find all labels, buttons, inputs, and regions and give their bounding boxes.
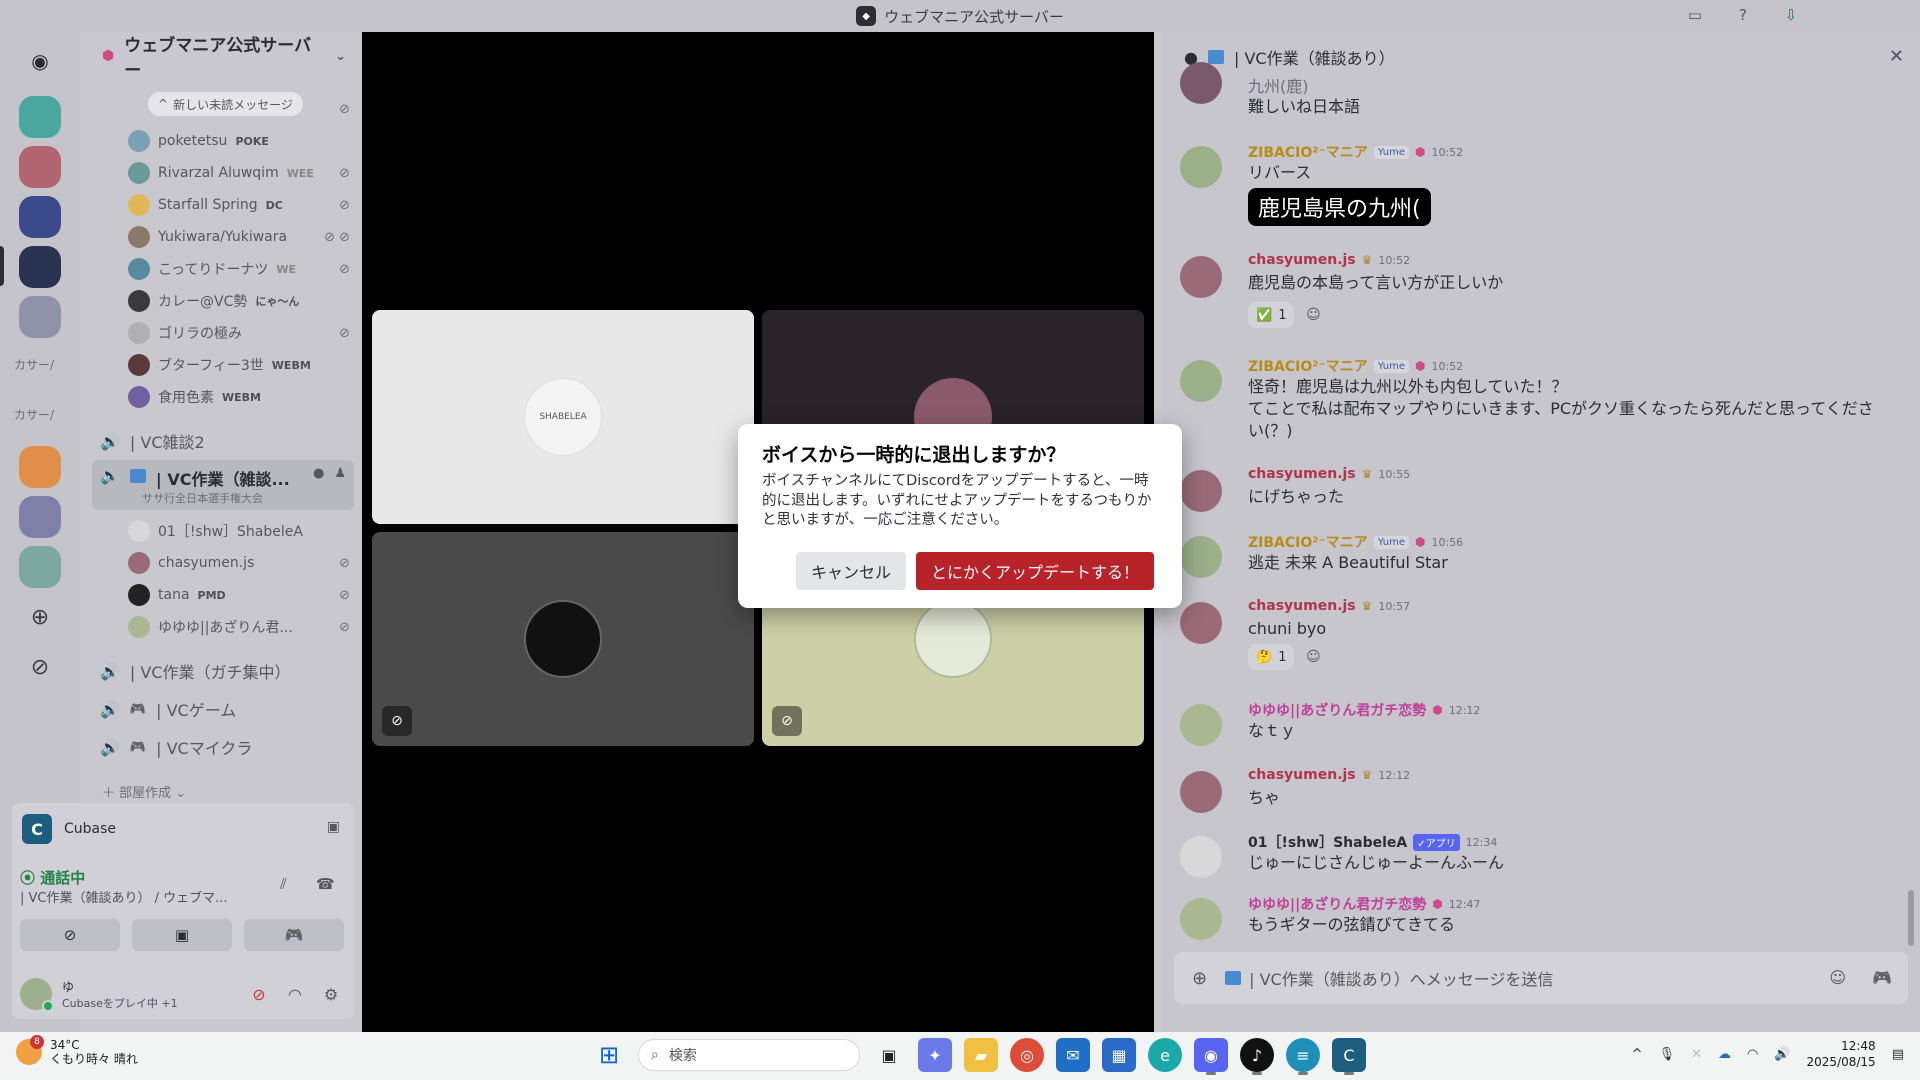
temperature: 34°C (50, 1038, 80, 1052)
discord-app: ◆ ウェブマニア公式サーバー ▭ ? ⇩ ◉ カサー/ カサー/ ⊕ ⊘ ⬢ ウ… (0, 0, 1920, 1080)
chevron-up-icon[interactable]: ^ (1632, 1047, 1643, 1062)
onedrive-icon[interactable]: ☁ (1718, 1047, 1731, 1062)
microphone-icon[interactable]: 🎙 (1659, 1047, 1676, 1062)
search-icon: ⌕ (651, 1047, 659, 1063)
taskbar-apps: ⊞ ⌕ 検索 ▣ ✦ ▰ ◎ ✉ ▦ e ◉ ♪ ≡ C (592, 1038, 1366, 1075)
search-placeholder: 検索 (668, 1048, 697, 1064)
weather-widget[interactable]: 8 34°C くもり時々 晴れ (16, 1035, 138, 1066)
leave-voice-dialog: ボイスから一時的に退出しますか？ ボイスチャンネルにてDiscordをアップデー… (738, 424, 1182, 608)
weather-condition: くもり時々 晴れ (50, 1052, 138, 1066)
mail-icon[interactable]: ✉ (1056, 1038, 1090, 1072)
music-app-icon[interactable]: ♪ (1240, 1038, 1274, 1075)
copilot-icon[interactable]: ✦ (918, 1038, 952, 1072)
system-tray: ^ 🎙 ✕ ☁ ◠ 🔊 12:48 2025/08/15 ▤ (1632, 1038, 1904, 1070)
task-view-icon[interactable]: ▣ (872, 1038, 906, 1072)
dialog-body: ボイスチャンネルにてDiscordをアップデートすると、一時的に退出します。いず… (762, 473, 1152, 528)
chrome-icon[interactable]: ◎ (1010, 1038, 1044, 1072)
app-icon[interactable]: ≡ (1286, 1038, 1320, 1075)
cancel-button[interactable]: キャンセル (796, 552, 906, 590)
dialog-title: ボイスから一時的に退出しますか？ (762, 444, 1066, 466)
close-icon[interactable]: ✕ (1691, 1047, 1702, 1062)
windows-start-icon[interactable]: ⊞ (592, 1038, 626, 1072)
update-anyway-button[interactable]: とにかくアップデートする！ (916, 552, 1154, 590)
cubase-taskbar-icon[interactable]: C (1332, 1038, 1366, 1075)
notifications-icon[interactable]: ▤ (1892, 1047, 1904, 1062)
volume-icon[interactable]: 🔊 (1774, 1047, 1790, 1062)
edge-icon[interactable]: e (1148, 1038, 1182, 1072)
notification-badge: 8 (30, 1035, 44, 1049)
store-icon[interactable]: ▦ (1102, 1038, 1136, 1072)
wifi-icon[interactable]: ◠ (1747, 1047, 1758, 1062)
taskbar-search[interactable]: ⌕ 検索 (638, 1039, 860, 1071)
clock-time: 12:48 (1841, 1039, 1876, 1053)
windows-taskbar: 8 34°C くもり時々 晴れ ⊞ ⌕ 検索 ▣ ✦ ▰ ◎ ✉ ▦ e ◉ ♪ … (0, 1032, 1920, 1080)
clock[interactable]: 12:48 2025/08/15 (1807, 1038, 1876, 1070)
weather-icon: 8 (16, 1035, 44, 1065)
file-explorer-icon[interactable]: ▰ (964, 1038, 998, 1072)
weather-text: 34°C くもり時々 晴れ (50, 1038, 138, 1066)
clock-date: 2025/08/15 (1806, 1055, 1876, 1069)
discord-taskbar-icon[interactable]: ◉ (1194, 1038, 1228, 1075)
